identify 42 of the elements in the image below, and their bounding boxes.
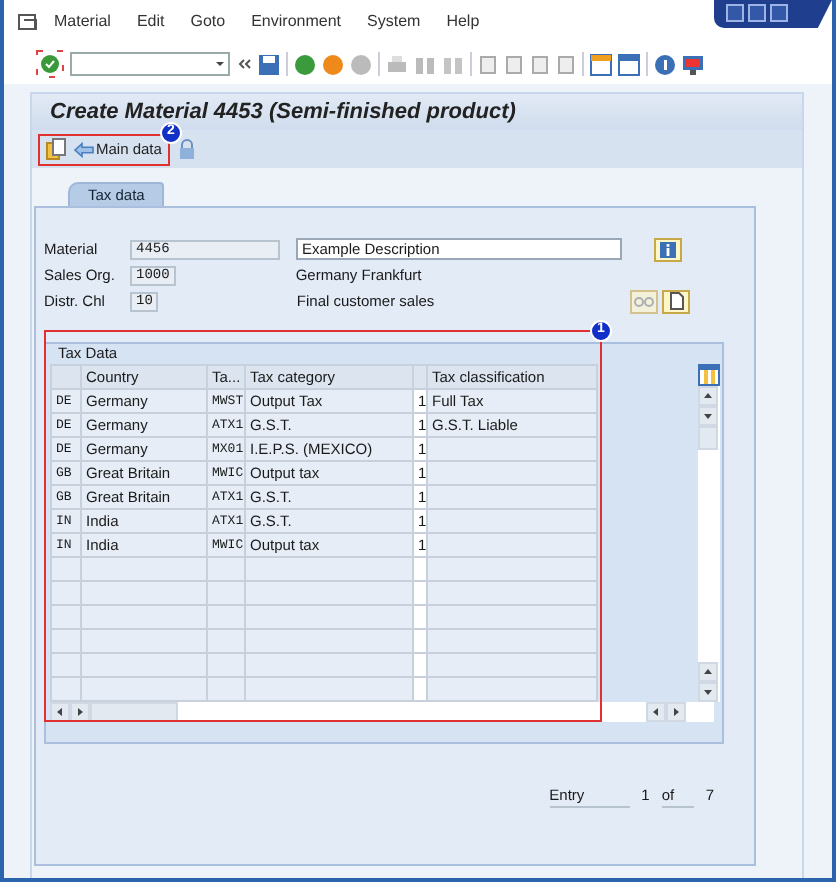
- double-chevron-icon[interactable]: [236, 56, 252, 72]
- scrollbar-thumb[interactable]: [698, 426, 718, 450]
- scroll-right-icon[interactable]: [74, 706, 86, 718]
- back-arrow-icon: [74, 141, 94, 157]
- menu-icon[interactable]: [18, 13, 38, 31]
- info-icon: [660, 241, 676, 257]
- dropdown-icon: [212, 58, 228, 70]
- info-button[interactable]: [654, 237, 682, 261]
- document-icon: [669, 292, 683, 310]
- scroll-left-icon[interactable]: [650, 706, 662, 718]
- back-icon[interactable]: [294, 53, 316, 75]
- menu-item[interactable]: Material: [54, 10, 111, 34]
- command-field[interactable]: [70, 52, 230, 76]
- help-icon[interactable]: [654, 53, 676, 75]
- exit-icon[interactable]: [322, 53, 344, 75]
- scroll-down-icon[interactable]: [702, 686, 714, 698]
- close-button[interactable]: [770, 4, 788, 22]
- menu-item[interactable]: Help: [446, 10, 480, 34]
- scroll-down-icon[interactable]: [702, 410, 714, 422]
- menu-item[interactable]: Goto: [190, 10, 226, 34]
- minimize-button[interactable]: [726, 4, 744, 22]
- horizontal-scrollbar[interactable]: [50, 702, 714, 722]
- column-layout-icon[interactable]: [698, 364, 720, 386]
- scroll-up-icon[interactable]: [702, 666, 714, 678]
- save-icon[interactable]: [258, 53, 280, 75]
- window-icon[interactable]: [618, 53, 640, 75]
- check-icon[interactable]: [36, 50, 64, 78]
- vertical-scrollbar[interactable]: [698, 364, 720, 702]
- scroll-up-icon[interactable]: [702, 390, 714, 402]
- menu-item[interactable]: Edit: [136, 10, 165, 34]
- copy-icon[interactable]: [46, 138, 66, 160]
- window-icon[interactable]: [590, 53, 612, 75]
- glasses-icon: [634, 295, 654, 307]
- monitor-icon[interactable]: [682, 53, 704, 75]
- scroll-right-icon[interactable]: [670, 706, 682, 718]
- scrollbar-thumb[interactable]: [90, 702, 178, 722]
- lock-icon[interactable]: [177, 138, 196, 160]
- maximize-button[interactable]: [748, 4, 766, 22]
- menu-item[interactable]: System: [367, 10, 421, 34]
- menu-item[interactable]: Environment: [251, 10, 342, 34]
- scroll-left-icon[interactable]: [54, 706, 66, 718]
- new-document-button[interactable]: [662, 289, 690, 313]
